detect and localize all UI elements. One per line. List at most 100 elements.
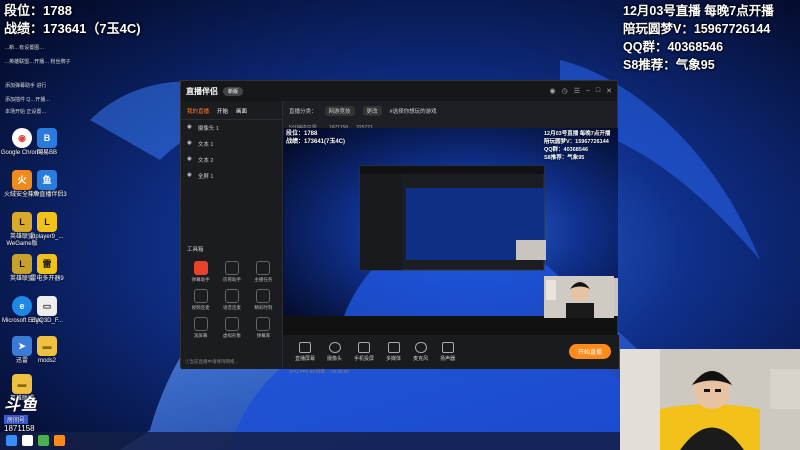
danmu-icon xyxy=(193,261,208,275)
status-bar: CPU FPS 60 码率 ... 00:00:00 xyxy=(289,369,349,374)
desktop-icon-ldmulti[interactable]: 雷 雷电多开器9 xyxy=(25,254,69,283)
eye-icon[interactable]: ◉ xyxy=(187,172,192,180)
search-icon[interactable] xyxy=(22,435,33,446)
admin-icon xyxy=(224,261,239,275)
camera-button[interactable]: 摄像头 xyxy=(327,342,342,362)
tab-start[interactable]: 开始 xyxy=(217,107,228,115)
desktop-icon-netease-bb[interactable]: B 网易BB xyxy=(25,128,69,157)
toolbox-grid: 弹幕助手 房管助手 主播任务 视频连麦 语音连麦 精彩时刻 滚屏幕 虚拟形象 弹… xyxy=(185,261,279,339)
source-item[interactable]: ◉ 文本 1 xyxy=(181,136,282,152)
voice-icon xyxy=(224,289,239,303)
tab-scene[interactable]: 画面 xyxy=(236,107,247,115)
media-button[interactable]: 多媒体 xyxy=(386,342,401,362)
speaker-button[interactable]: 扬声器 xyxy=(440,342,455,362)
preview-webcam xyxy=(544,276,614,318)
tool-danmu[interactable]: 弹幕助手 xyxy=(185,261,216,283)
task-icon xyxy=(256,261,271,275)
mic-icon xyxy=(414,342,427,353)
app-icon: 雷 xyxy=(37,254,57,274)
file-icon: ▭ xyxy=(37,296,57,316)
app-titlebar[interactable]: 直播伴侣 新版 ◉ ◷ ☰ – □ ✕ xyxy=(181,81,617,101)
record-value: 173641（7玉4C) xyxy=(43,21,141,36)
streamer-webcam xyxy=(620,349,800,450)
left-footer-note: ①当前直播中请保持网络... xyxy=(185,359,239,364)
app-left-panel: 我的直播 开始 画面 ◉ 摄像头 1 ◉ 文本 1 ◉ 文本 2 ◉ 全屏 1 工具箱 … xyxy=(181,101,283,369)
tab-my-live[interactable]: 我的直播 xyxy=(187,107,209,115)
source-item[interactable]: ◉ 全屏 1 xyxy=(181,168,282,184)
start-menu-icon[interactable] xyxy=(6,435,17,446)
notif-line: 添加弹幕助手 进行 xyxy=(5,83,47,89)
video-icon xyxy=(193,289,208,303)
scroll-icon xyxy=(193,317,208,331)
rank-overlay: 段位：1788 战绩：173641（7玉4C) xyxy=(4,2,141,38)
app-icon: 鱼 xyxy=(37,170,57,190)
eye-icon[interactable]: ◉ xyxy=(187,140,192,148)
desktop-icon-douyu[interactable]: 鱼 斗鱼直播伴侣3 xyxy=(25,170,69,199)
close-icon[interactable]: ✕ xyxy=(606,87,612,95)
windows-taskbar xyxy=(0,432,620,450)
tool-avatar[interactable]: 虚拟形象 xyxy=(216,317,247,339)
tool-voice-link[interactable]: 语音连麦 xyxy=(216,289,247,311)
qq-group-line: QQ群：40368546 xyxy=(623,40,724,54)
version-badge[interactable]: 新版 xyxy=(223,86,244,96)
category-switch-button[interactable]: 更改 xyxy=(362,106,382,116)
tool-room-admin[interactable]: 房管助手 xyxy=(216,261,247,283)
app-icon: L xyxy=(37,212,57,232)
mic-button[interactable]: 麦克风 xyxy=(413,342,428,362)
record-icon[interactable]: ◉ xyxy=(549,87,555,95)
tool-video-link[interactable]: 视频连麦 xyxy=(185,289,216,311)
start-live-button[interactable]: 开始直播 xyxy=(568,344,611,359)
source-item[interactable]: ◉ 文本 2 xyxy=(181,152,282,168)
phone-cast-button[interactable]: 手机投屏 xyxy=(354,342,374,362)
category-value[interactable]: 网游竞技 xyxy=(324,106,355,116)
app-icon: B xyxy=(37,128,57,148)
notif-line: ...新…有设置图… xyxy=(5,45,45,51)
source-item[interactable]: ◉ 摄像头 1 xyxy=(181,120,282,136)
minimize-icon[interactable]: – xyxy=(586,87,590,95)
eye-icon[interactable]: ◉ xyxy=(187,156,192,164)
camera-icon xyxy=(328,342,341,353)
preview-info-overlay: 12月03号直播 每晚7点开播 陪玩圆梦V：15967726144 QQ群：40… xyxy=(544,131,611,161)
play-icon xyxy=(387,342,400,353)
taskbar-app-icon[interactable] xyxy=(38,435,49,446)
left-tabs: 我的直播 开始 画面 xyxy=(181,101,282,120)
speaker-icon xyxy=(441,342,454,353)
record-label: 战绩： xyxy=(4,21,44,36)
douyu-room-badge: 斗鱼 房间号 1871158 xyxy=(4,391,38,433)
stream-info-overlay: 12月03号直播 每晚7点开播 陪玩圆梦V：15967726144 QQ群：40… xyxy=(623,2,774,74)
rank-value: 1788 xyxy=(43,3,72,18)
notif-line: 本场开始 正设置… xyxy=(5,109,47,115)
screen-capture-button[interactable]: 直播屏幕 xyxy=(295,342,315,362)
tool-highlights[interactable]: 精彩时刻 xyxy=(248,289,279,311)
desktop-icon-ldplayer[interactable]: L ldplayer9_... xyxy=(25,212,69,241)
title-hint[interactable]: #选择你想玩的游戏 xyxy=(390,107,437,115)
monitor-icon xyxy=(299,342,311,353)
record-line: 战绩：173641（7玉4C) xyxy=(4,20,141,38)
window-controls: ◉ ◷ ☰ – □ ✕ xyxy=(549,87,612,95)
room-label: 房间号 xyxy=(4,415,29,424)
douyu-logo: 斗鱼 xyxy=(4,397,39,414)
phone-icon xyxy=(358,342,371,353)
library-icon xyxy=(256,317,271,331)
tool-danmu-lib[interactable]: 弹幕库 xyxy=(248,317,279,339)
category-bar: 直播分类： 网游竞技 更改 #选择你想玩的游戏 xyxy=(283,101,617,121)
taskbar-app-icon[interactable] xyxy=(54,435,65,446)
notif-line: ...英雄联盟…开播… 粉丝牌子 xyxy=(5,59,71,65)
folder-icon: ▬ xyxy=(37,336,57,356)
eye-icon[interactable]: ◉ xyxy=(187,124,192,132)
menu-icon[interactable]: ☰ xyxy=(574,87,580,95)
app-logo: 直播伴侣 xyxy=(186,86,218,96)
avatar-icon xyxy=(224,317,239,331)
capture-toolbar: 直播屏幕 摄像头 手机投屏 多媒体 麦克风 扬声器 开始直播 xyxy=(283,335,619,369)
history-icon[interactable]: ◷ xyxy=(562,87,568,95)
desktop-icon-evq3d[interactable]: ▭ EVQ3D_F... xyxy=(25,296,69,325)
desktop-icon-mods2[interactable]: ▬ mods2 xyxy=(25,336,69,365)
maximize-icon[interactable]: □ xyxy=(596,87,600,95)
rank-label: 段位： xyxy=(4,3,44,18)
tool-host-task[interactable]: 主播任务 xyxy=(248,261,279,283)
contact-line: 陪玩圆梦V：15967726144 xyxy=(623,22,771,36)
category-label: 直播分类： xyxy=(289,109,317,115)
rank-line: 段位：1788 xyxy=(4,2,141,20)
schedule-line: 12月03号直播 每晚7点开播 xyxy=(623,4,774,18)
tool-scroll[interactable]: 滚屏幕 xyxy=(185,317,216,339)
